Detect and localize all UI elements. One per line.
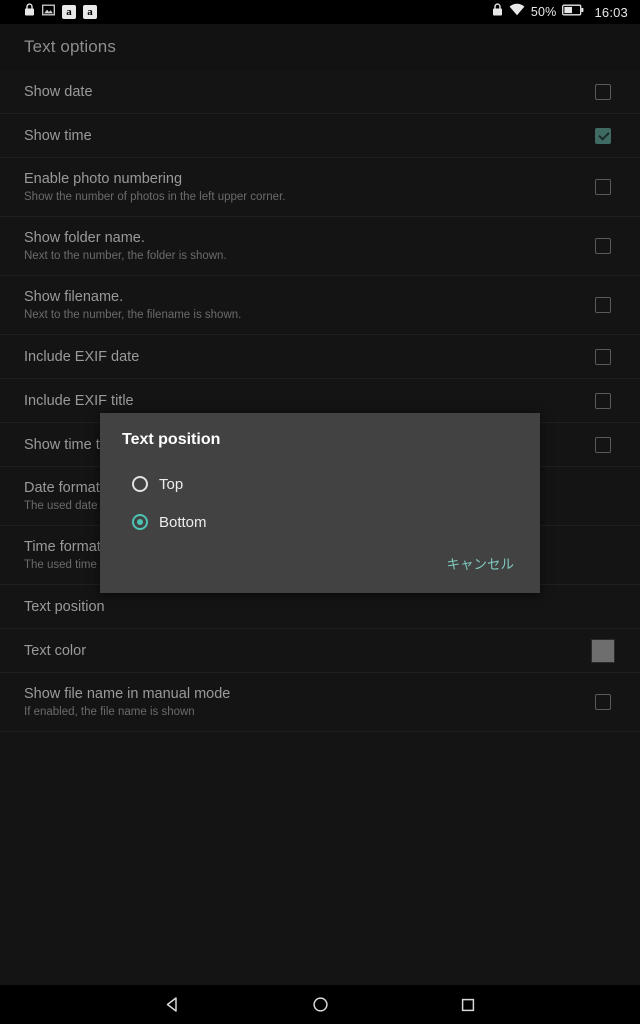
preference-row[interactable]: Text color [0, 629, 640, 673]
preference-text: Show filename. Next to the number, the fi… [24, 288, 578, 323]
checkbox-unchecked-icon[interactable] [595, 83, 611, 100]
preference-widget [590, 436, 616, 453]
preference-text: Show file name in manual mode If enabled,… [24, 685, 578, 720]
preference-title: Show date [24, 83, 93, 100]
status-bar-system-icons: 50% 16:03 [492, 3, 628, 21]
radio-label: Bottom [159, 513, 207, 531]
preference-widget [590, 179, 616, 195]
amazon-icon: a [62, 5, 76, 19]
preference-row[interactable]: Enable photo numbering Show the number of… [0, 158, 640, 217]
radio-selected-icon [132, 514, 148, 530]
recents-square-icon[interactable] [444, 985, 492, 1024]
checkbox-unchecked-icon[interactable] [595, 297, 611, 313]
preference-text: Include EXIF title [24, 392, 578, 410]
preference-widget [590, 694, 616, 710]
amazon-icon: a [83, 5, 97, 19]
navigation-bar [0, 985, 640, 1024]
cancel-button[interactable]: キャンセル [443, 547, 519, 579]
battery-half-icon [562, 3, 584, 21]
preference-widget [590, 392, 616, 409]
preference-title: Include EXIF title [24, 392, 134, 409]
radio-option-bottom[interactable]: Bottom [122, 503, 518, 541]
preference-text: Text color [24, 642, 578, 660]
preference-widget [590, 638, 616, 663]
status-bar-clock: 16:03 [594, 4, 628, 20]
home-circle-icon[interactable] [296, 985, 344, 1024]
preference-title: Show file name in manual mode [24, 685, 231, 702]
preference-row[interactable]: Show date [0, 70, 640, 114]
toolbar: Text options [0, 24, 640, 70]
checkbox-unchecked-icon[interactable] [595, 238, 611, 254]
status-bar-notification-icons: a a [24, 3, 97, 21]
radio-option-top[interactable]: Top [122, 465, 518, 503]
preference-summary: Next to the number, the filename is show… [24, 308, 242, 321]
image-icon [42, 3, 55, 21]
checkbox-unchecked-icon[interactable] [595, 694, 611, 710]
preference-title: Include EXIF date [24, 348, 140, 365]
preference-title: Show time [24, 127, 92, 144]
color-swatch[interactable] [591, 638, 615, 663]
dialog-title: Text position [122, 431, 221, 448]
preference-row[interactable]: Show time [0, 114, 640, 158]
battery-percent-label: 50% [530, 5, 557, 19]
preference-summary: Show the number of photos in the left up… [24, 190, 286, 203]
checkbox-unchecked-icon[interactable] [595, 348, 611, 365]
status-bar: a a 50% 16:03 [0, 0, 640, 24]
preference-text: Show date [24, 83, 578, 101]
dialog-actions: キャンセル [122, 547, 518, 593]
preference-row[interactable]: Show folder name. Next to the number, the… [0, 217, 640, 276]
preference-text: Text position [24, 598, 578, 616]
preference-text: Show folder name. Next to the number, the… [24, 229, 578, 264]
preference-widget [590, 297, 616, 313]
lock-icon [492, 3, 503, 21]
preference-widget [590, 238, 616, 254]
checkbox-unchecked-icon[interactable] [595, 179, 611, 195]
preference-summary: Next to the number, the folder is shown. [24, 249, 227, 262]
page-title: Text options [24, 37, 116, 56]
preference-title: Text position [24, 598, 105, 615]
preference-widget [590, 348, 616, 365]
preference-text: Include EXIF date [24, 348, 578, 366]
radio-label: Top [159, 475, 184, 493]
radio-icon [132, 476, 148, 492]
preference-text: Show time [24, 127, 578, 145]
preference-widget [590, 127, 616, 144]
lock-icon [24, 3, 35, 21]
preference-title: Text color [24, 642, 87, 659]
preference-title: Show folder name. [24, 229, 145, 246]
preference-row[interactable]: Show file name in manual mode If enabled,… [0, 673, 640, 732]
back-triangle-icon[interactable] [148, 985, 196, 1024]
preference-summary: If enabled, the file name is shown [24, 705, 195, 718]
checkbox-unchecked-icon[interactable] [595, 392, 611, 409]
preference-row[interactable]: Show filename. Next to the number, the fi… [0, 276, 640, 335]
preference-title: Show filename. [24, 288, 124, 305]
wifi-icon [509, 3, 525, 21]
preference-widget [590, 83, 616, 100]
preference-row[interactable]: Include EXIF date [0, 335, 640, 379]
checkbox-checked-icon[interactable] [595, 127, 611, 144]
preference-title: Enable photo numbering [24, 170, 183, 187]
checkbox-unchecked-icon[interactable] [595, 436, 611, 453]
preference-text: Enable photo numbering Show the number of… [24, 170, 578, 205]
android-screen: a a 50% 16:03 Text options Show date Sho… [0, 0, 640, 1024]
text-position-dialog: Text position Top Bottom キャンセル [100, 413, 540, 593]
